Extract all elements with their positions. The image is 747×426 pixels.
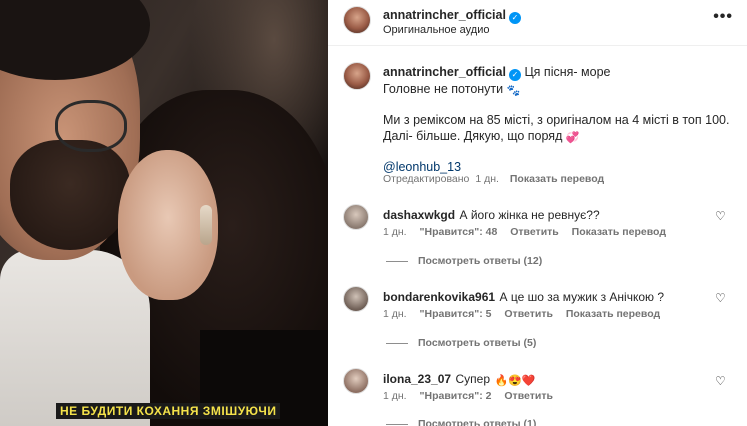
more-options-icon[interactable]: ••• xyxy=(713,8,733,26)
comment-text: А це шо за мужик з Анічкою ? xyxy=(499,290,665,304)
comment-username[interactable]: bondarenkovika961 xyxy=(383,290,495,304)
caption-username[interactable]: annatrincher_official xyxy=(383,65,506,79)
comment-meta: 1 дн. "Нравится": 48 Ответить Показать п… xyxy=(383,226,666,238)
comment: dashaxwkgd А його жінка не ревнує?? xyxy=(383,206,600,224)
comment-meta: 1 дн. "Нравится": 5 Ответить Показать пе… xyxy=(383,308,660,320)
reel-video[interactable]: НЕ БУДИТИ КОХАННЯ ЗМІШУЮЧИ xyxy=(0,0,328,426)
commenter-avatar[interactable] xyxy=(343,368,369,394)
hearts-emoji: 💞 xyxy=(565,132,580,144)
show-translation-button[interactable]: Показать перевод xyxy=(566,308,660,320)
divider-line xyxy=(386,260,408,262)
like-heart-icon[interactable]: ♡ xyxy=(715,210,727,222)
post-panel: annatrincher_official ✓ Оригинальное ауди… xyxy=(328,0,747,426)
caption-line-4: Далі- більше. Дякую, що поряд xyxy=(383,129,563,143)
caption-meta: Отредактировано 1 дн. Показать перевод xyxy=(383,173,604,185)
caption-avatar[interactable] xyxy=(343,62,371,90)
comment-time[interactable]: 1 дн. xyxy=(383,390,407,402)
man-shirt xyxy=(0,250,150,426)
view-replies-button[interactable]: Посмотреть ответы (1) xyxy=(386,418,536,426)
comment-likes[interactable]: "Нравится": 5 xyxy=(420,308,492,320)
post-header: annatrincher_official ✓ Оригинальное ауди… xyxy=(328,0,747,46)
commenter-avatar[interactable] xyxy=(343,286,369,312)
reply-button[interactable]: Ответить xyxy=(504,390,553,402)
show-translation-button[interactable]: Показать перевод xyxy=(572,226,666,238)
view-replies-label: Посмотреть ответы (12) xyxy=(418,255,543,267)
caption-line-1: Ця пісня- море xyxy=(524,65,611,79)
show-translation-button[interactable]: Показать перевод xyxy=(510,173,604,185)
paw-emoji: 🐾 xyxy=(506,85,521,97)
comment-username[interactable]: ilona_23_07 xyxy=(383,372,451,386)
author-avatar[interactable] xyxy=(343,6,371,34)
comment-meta: 1 дн. "Нравится": 2 Ответить xyxy=(383,390,553,402)
author-username[interactable]: annatrincher_official xyxy=(383,8,506,22)
like-heart-icon[interactable]: ♡ xyxy=(715,292,727,304)
caption-line-2: Головне не потонути xyxy=(383,82,504,96)
verified-icon: ✓ xyxy=(508,69,521,81)
comment-time[interactable]: 1 дн. xyxy=(383,226,407,238)
view-replies-label: Посмотреть ответы (5) xyxy=(418,337,537,349)
comment: bondarenkovika961 А це шо за мужик з Ані… xyxy=(383,288,664,306)
comment-text: Супер xyxy=(455,372,491,386)
post-caption: annatrincher_official ✓ Ця пісня- море Го… xyxy=(383,64,733,175)
reply-button[interactable]: Ответить xyxy=(510,226,559,238)
verified-icon: ✓ xyxy=(508,12,521,24)
earring xyxy=(200,205,212,245)
caption-time[interactable]: 1 дн. xyxy=(475,173,499,185)
reply-button[interactable]: Ответить xyxy=(504,308,553,320)
view-replies-button[interactable]: Посмотреть ответы (5) xyxy=(386,337,536,349)
divider-line xyxy=(386,423,408,425)
audio-label[interactable]: Оригинальное аудио xyxy=(383,24,490,36)
comment-time[interactable]: 1 дн. xyxy=(383,308,407,320)
comment-emojis: 🔥😍❤️ xyxy=(494,375,536,387)
edited-label: Отредактировано xyxy=(383,173,470,185)
view-replies-label: Посмотреть ответы (1) xyxy=(418,418,537,426)
comment-text: А його жінка не ревнує?? xyxy=(459,208,600,222)
comment-likes[interactable]: "Нравится": 48 xyxy=(420,226,498,238)
comment-username[interactable]: dashaxwkgd xyxy=(383,208,455,222)
commenter-avatar[interactable] xyxy=(343,204,369,230)
video-subtitle: НЕ БУДИТИ КОХАННЯ ЗМІШУЮЧИ xyxy=(56,403,281,419)
comment: ilona_23_07 Супер 🔥😍❤️ xyxy=(383,370,536,388)
caption-line-3: Ми з реміксом на 85 місті, з оригіналом … xyxy=(383,112,730,127)
man-beard xyxy=(10,140,130,250)
like-heart-icon[interactable]: ♡ xyxy=(715,375,727,387)
divider-line xyxy=(386,342,408,344)
view-replies-button[interactable]: Посмотреть ответы (12) xyxy=(386,255,542,267)
comment-likes[interactable]: "Нравится": 2 xyxy=(420,390,492,402)
glasses xyxy=(55,100,127,152)
